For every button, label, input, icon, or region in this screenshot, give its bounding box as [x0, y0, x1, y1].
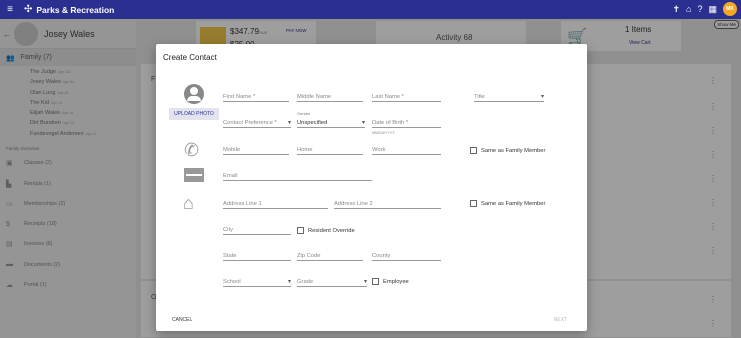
school-select[interactable]: School [223, 277, 291, 287]
user-avatar[interactable]: MK [723, 2, 737, 16]
last-name-field[interactable]: Last Name * [372, 92, 441, 102]
checkbox-box[interactable] [297, 227, 304, 234]
logo-icon: ✣ [24, 4, 33, 15]
dialog-title: Create Contact [163, 53, 217, 62]
gender-select[interactable]: Unspecified [297, 118, 365, 128]
gender-label: Gender [297, 111, 311, 116]
next-button[interactable]: NEXT [554, 317, 567, 323]
create-contact-dialog: Create Contact UPLOAD PHOTO First Name *… [156, 44, 587, 331]
upload-photo-button[interactable]: UPLOAD PHOTO [169, 108, 219, 120]
checkbox-box[interactable] [372, 278, 379, 285]
accessibility-icon[interactable]: ✝ [672, 4, 680, 15]
help-icon[interactable]: ? [697, 4, 702, 14]
checkbox-box[interactable] [470, 200, 477, 207]
zip-code-field[interactable]: Zip Code [297, 251, 363, 261]
email-field[interactable]: Email [223, 171, 372, 181]
home-icon: ⌂ [183, 193, 194, 213]
middle-name-field[interactable]: Middle Name [297, 92, 363, 102]
work-phone-field[interactable]: Work [372, 145, 441, 155]
city-field[interactable]: City [223, 225, 291, 235]
dob-hint: MM/DD/YYYY [372, 131, 395, 135]
app-bar: ≡ ✣ Parks & Recreation ✝ ⌂ ? ▦ MK [0, 0, 741, 19]
top-actions: ✝ ⌂ ? ▦ MK [672, 2, 737, 16]
same-as-family-phone-checkbox[interactable]: Same as Family Member [470, 147, 545, 154]
mobile-field[interactable]: Mobile [223, 145, 289, 155]
phone-icon: ✆ [184, 140, 200, 160]
resident-override-checkbox[interactable]: Resident Override [297, 227, 355, 234]
app-title: Parks & Recreation [36, 4, 115, 15]
same-as-family-address-checkbox[interactable]: Same as Family Member [470, 200, 545, 207]
account-circle-icon [184, 84, 204, 104]
email-icon [184, 168, 204, 182]
address-line-2-field[interactable]: Address Line 2 [334, 199, 441, 209]
grade-select[interactable]: Grade [297, 277, 367, 287]
title-select[interactable]: Title [474, 92, 544, 102]
employee-checkbox[interactable]: Employee [372, 278, 409, 285]
home-phone-field[interactable]: Home [297, 145, 363, 155]
county-field[interactable]: County [372, 251, 441, 261]
date-of-birth-field[interactable]: Date of Birth * [372, 118, 441, 128]
state-field[interactable]: State [223, 251, 291, 261]
bank-icon[interactable]: ⌂ [686, 4, 691, 14]
first-name-field[interactable]: First Name * [223, 92, 289, 102]
menu-icon[interactable]: ≡ [0, 4, 20, 15]
cancel-button[interactable]: CANCEL [172, 317, 192, 323]
address-line-1-field[interactable]: Address Line 1 [223, 199, 328, 209]
checkbox-box[interactable] [470, 147, 477, 154]
contact-preference-select[interactable]: Contact Preference * [223, 118, 291, 128]
apps-icon[interactable]: ▦ [708, 4, 717, 15]
